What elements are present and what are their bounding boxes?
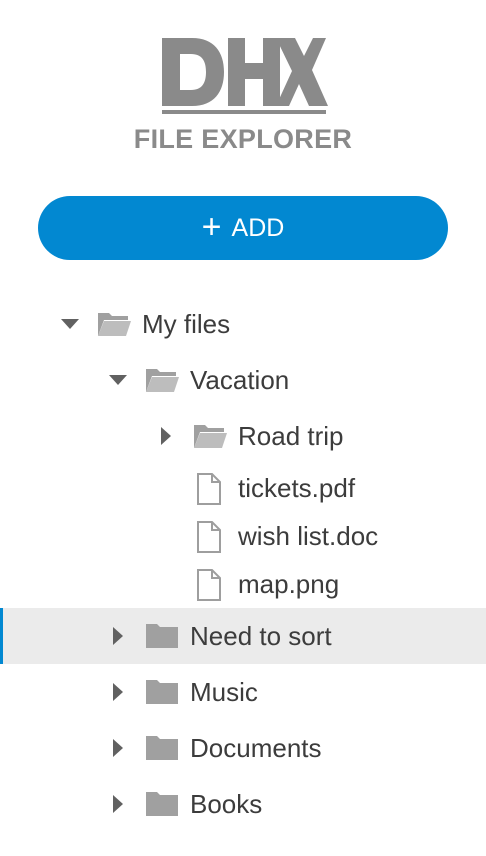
tree-item-vacation[interactable]: Vacation	[0, 352, 486, 408]
tree-item-label: Documents	[190, 733, 322, 763]
folder-icon	[144, 676, 180, 708]
file-icon	[194, 568, 230, 601]
tree-item-label: My files	[142, 309, 231, 339]
chevron-down-icon[interactable]	[106, 352, 130, 408]
tree-item-label: Road trip	[238, 421, 344, 451]
tree-item-label: Vacation	[190, 365, 290, 395]
add-button[interactable]: + ADD	[38, 196, 448, 260]
dhx-logo-icon	[162, 38, 328, 114]
plus-icon: +	[201, 207, 222, 246]
file-icon	[194, 520, 230, 553]
chevron-right-icon[interactable]	[154, 408, 178, 464]
tree-item-books[interactable]: Books	[0, 776, 486, 832]
tree-item-music[interactable]: Music	[0, 664, 486, 720]
tree-item-label: map.png	[238, 569, 340, 599]
tree-item-label: Need to sort	[190, 621, 332, 651]
folder-icon	[144, 620, 180, 652]
folder-open-icon	[96, 308, 132, 340]
tree-item-road-trip[interactable]: Road trip	[0, 408, 486, 464]
folder-open-icon	[192, 420, 228, 452]
tree-item-my-files[interactable]: My files	[0, 296, 486, 352]
folder-icon	[144, 732, 180, 764]
add-button-label: ADD	[231, 213, 285, 242]
tree-item-need-to-sort[interactable]: Need to sort	[0, 608, 486, 664]
app-logo	[0, 34, 486, 116]
tree-item-documents[interactable]: Documents	[0, 720, 486, 776]
file-icon	[194, 472, 230, 505]
chevron-down-icon[interactable]	[58, 296, 82, 352]
tree-item-label: Books	[190, 789, 263, 819]
tree-item-label: Music	[190, 677, 258, 707]
tree-item-map[interactable]: map.png	[0, 556, 486, 612]
app-subtitle: FILE EXPLORER	[133, 124, 353, 154]
folder-open-icon	[144, 364, 180, 396]
chevron-right-icon[interactable]	[106, 608, 130, 664]
chevron-right-icon[interactable]	[106, 720, 130, 776]
chevron-right-icon[interactable]	[106, 664, 130, 720]
chevron-right-icon[interactable]	[106, 776, 130, 832]
folder-icon	[144, 788, 180, 820]
